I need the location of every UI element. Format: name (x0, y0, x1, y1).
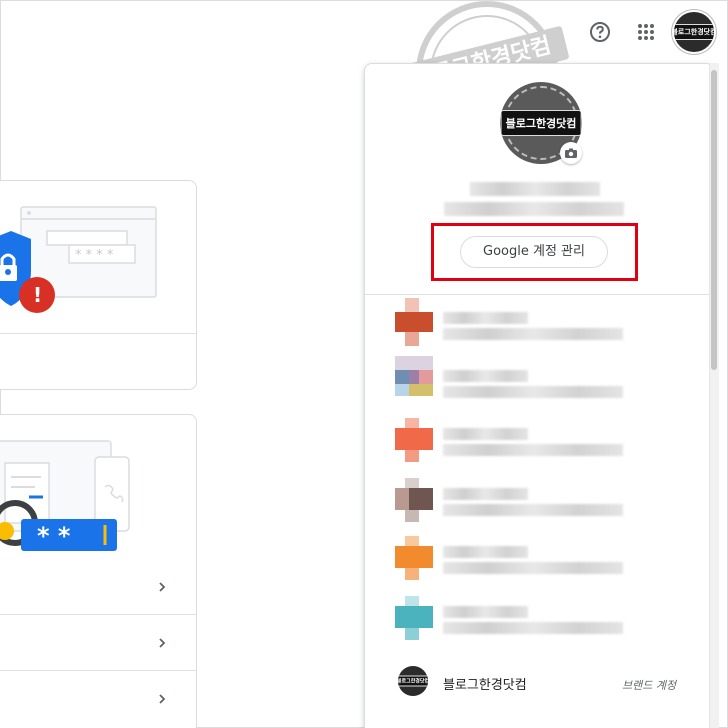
svg-text:* *: * * (37, 522, 71, 550)
account-avatar-pixelated (395, 356, 433, 406)
camera-icon[interactable] (560, 142, 582, 164)
account-email-redacted (443, 386, 623, 398)
brand-account-item[interactable]: 블로그한경닷컴 블로그한경닷컴 브랜드 계정 (398, 666, 698, 700)
account-name-redacted (443, 546, 528, 558)
chevron-right-icon[interactable] (156, 637, 168, 649)
account-email-redacted (443, 622, 623, 634)
popup-scrollbar-thumb[interactable] (711, 70, 717, 370)
brand-avatar-badge: 블로그한경닷컴 (398, 675, 428, 687)
account-email-redacted (443, 504, 623, 516)
security-card[interactable]: * * * * ! (0, 180, 197, 390)
account-email-redacted (443, 444, 623, 456)
account-email-redacted (443, 328, 623, 340)
avatar-badge-text: 블로그한경닷컴 (674, 24, 714, 40)
svg-text:* * * *: * * * * (75, 248, 114, 263)
password-illustration: * * (0, 440, 130, 551)
card-divider (0, 333, 196, 334)
security-illustration: * * * * ! (0, 206, 157, 313)
account-name-redacted (443, 312, 528, 324)
account-list-item[interactable] (395, 532, 695, 582)
account-list-item[interactable] (395, 356, 695, 406)
account-avatar-pixelated (395, 474, 433, 524)
account-name-redacted (443, 428, 528, 440)
help-icon[interactable] (588, 20, 612, 44)
highlight-box (431, 223, 638, 281)
profile-badge-text: 블로그한경닷컴 (500, 110, 582, 136)
account-email-redacted (443, 562, 623, 574)
account-name-redacted (443, 606, 528, 618)
popup-divider (365, 294, 709, 295)
brand-account-tag: 브랜드 계정 (622, 679, 677, 692)
brand-account-avatar: 블로그한경닷컴 (398, 666, 428, 696)
account-name-redacted (443, 488, 528, 500)
brand-account-name: 블로그한경닷컴 (443, 678, 527, 693)
account-list-item[interactable] (395, 592, 695, 642)
account-list-item[interactable] (395, 298, 695, 348)
card-divider (0, 614, 196, 615)
account-avatar-pixelated (395, 414, 433, 464)
account-avatar-button[interactable]: 블로그한경닷컴 (672, 10, 716, 54)
chevron-right-icon[interactable] (156, 693, 168, 705)
account-avatar-pixelated (395, 592, 433, 642)
svg-text:!: ! (33, 283, 42, 307)
account-avatar-pixelated (395, 532, 433, 582)
card-divider (0, 670, 196, 671)
account-list-item[interactable] (395, 474, 695, 524)
password-card[interactable]: * * (0, 414, 197, 728)
account-name-redacted (443, 370, 528, 382)
chevron-right-icon[interactable] (156, 581, 168, 593)
account-list-item[interactable] (395, 414, 695, 464)
account-avatar-pixelated (395, 298, 433, 348)
account-name-redacted (470, 182, 600, 196)
account-email-redacted (444, 202, 624, 216)
apps-grid-icon[interactable] (634, 20, 658, 44)
